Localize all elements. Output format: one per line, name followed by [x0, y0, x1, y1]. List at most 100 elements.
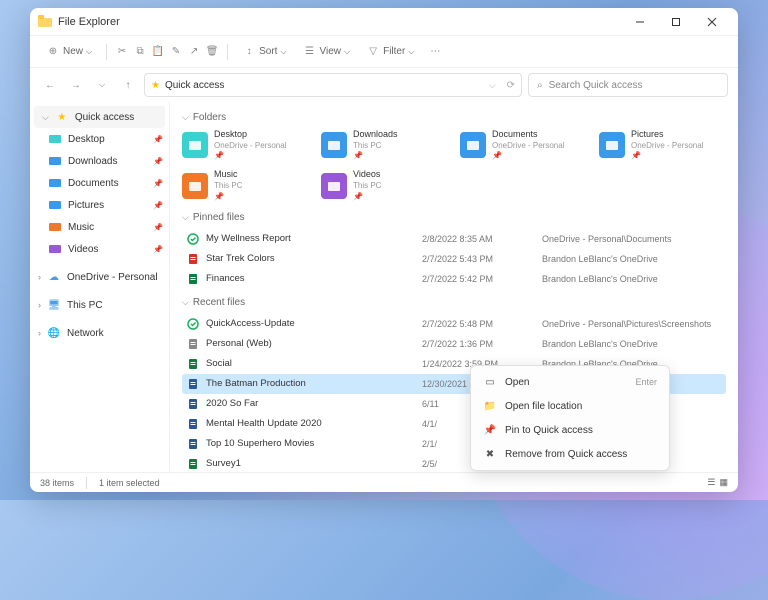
context-menu-item[interactable]: ✖Remove from Quick access	[475, 442, 665, 466]
file-row[interactable]: My Wellness Report2/8/2022 8:35 AMOneDri…	[182, 229, 726, 249]
folder-icon	[48, 176, 62, 190]
file-date: 2/7/2022 5:48 PM	[422, 319, 542, 329]
delete-button[interactable]: 🗑	[205, 45, 219, 59]
chevron-down-icon[interactable]: ⌵	[489, 80, 496, 91]
sidebar-item-music[interactable]: Music📌	[30, 216, 169, 238]
file-icon	[186, 457, 200, 471]
close-button[interactable]	[694, 8, 730, 36]
chevron-right-icon: ›	[38, 328, 41, 338]
file-icon	[186, 357, 200, 371]
filter-button[interactable]: ▽ Filter ⌵	[360, 41, 420, 63]
search-placeholder: Search Quick access	[549, 80, 643, 91]
file-icon	[186, 437, 200, 451]
chevron-down-icon: ⌵	[182, 297, 189, 308]
file-icon	[186, 272, 200, 286]
sidebar-group[interactable]: ›☁OneDrive - Personal	[30, 266, 169, 288]
folder-item[interactable]: PicturesOneDrive - Personal📌	[599, 129, 726, 161]
thumbnails-view-button[interactable]: ▦	[719, 477, 728, 488]
folders-header[interactable]: ⌵ Folders	[182, 112, 726, 123]
sidebar-item-documents[interactable]: Documents📌	[30, 172, 169, 194]
chevron-down-icon: ⌵	[42, 112, 49, 123]
copy-button[interactable]: ⧉	[133, 45, 147, 59]
new-button[interactable]: ⊕ New ⌵	[40, 41, 98, 63]
sidebar-item-pictures[interactable]: Pictures📌	[30, 194, 169, 216]
view-button[interactable]: ☰ View ⌵	[297, 41, 357, 63]
folder-item[interactable]: MusicThis PC📌	[182, 169, 309, 201]
file-location: Brandon LeBlanc's OneDrive	[542, 254, 722, 264]
refresh-icon[interactable]: ⟳	[507, 80, 515, 91]
sidebar-group[interactable]: ›🖥This PC	[30, 294, 169, 316]
pin-icon: 📌	[214, 192, 242, 202]
folder-item[interactable]: DocumentsOneDrive - Personal📌	[460, 129, 587, 161]
toolbar: ⊕ New ⌵ ✂ ⧉ 📋 ✎ ↗ 🗑 ↕ Sort ⌵ ☰ View ⌵ ▽ …	[30, 36, 738, 68]
shortcut: Enter	[635, 377, 657, 387]
context-menu-item[interactable]: 📁Open file location	[475, 394, 665, 418]
context-menu-item[interactable]: 📌Pin to Quick access	[475, 418, 665, 442]
recent-header[interactable]: ⌵ Recent files	[182, 297, 726, 308]
paste-button[interactable]: 📋	[151, 45, 165, 59]
path-text: Quick access	[165, 80, 224, 91]
sidebar-group[interactable]: ›🌐Network	[30, 322, 169, 344]
star-icon: ★	[55, 110, 69, 124]
file-name: QuickAccess-Update	[206, 318, 422, 329]
folder-item[interactable]: DownloadsThis PC📌	[321, 129, 448, 161]
pin-icon: 📌	[353, 151, 398, 161]
file-location: Brandon LeBlanc's OneDrive	[542, 274, 722, 284]
pinned-list: My Wellness Report2/8/2022 8:35 AMOneDri…	[182, 229, 726, 289]
sidebar-quick-access[interactable]: ⌵ ★ Quick access	[34, 106, 165, 128]
search-box[interactable]: ⌕ Search Quick access	[528, 73, 728, 97]
file-location: OneDrive - Personal\Pictures\Screenshots	[542, 319, 722, 329]
folder-item[interactable]: VideosThis PC📌	[321, 169, 448, 201]
file-row[interactable]: Finances2/7/2022 5:42 PMBrandon LeBlanc'…	[182, 269, 726, 289]
file-row[interactable]: QuickAccess-Update2/7/2022 5:48 PMOneDri…	[182, 314, 726, 334]
context-menu: ▭OpenEnter📁Open file location📌Pin to Qui…	[470, 365, 670, 471]
app-icon	[38, 15, 52, 29]
sidebar-item-downloads[interactable]: Downloads📌	[30, 150, 169, 172]
folder-icon	[182, 132, 208, 158]
pin-icon: 📌	[353, 192, 381, 202]
details-view-button[interactable]: ☰	[707, 477, 715, 488]
rename-button[interactable]: ✎	[169, 45, 183, 59]
titlebar: File Explorer	[30, 8, 738, 36]
sidebar-item-videos[interactable]: Videos📌	[30, 238, 169, 260]
forward-button[interactable]: →	[66, 75, 86, 95]
chevron-right-icon: ›	[38, 272, 41, 282]
file-name: Personal (Web)	[206, 338, 422, 349]
file-date: 2/7/2022 1:36 PM	[422, 339, 542, 349]
back-button[interactable]: ←	[40, 75, 60, 95]
sidebar: ⌵ ★ Quick access Desktop📌Downloads📌Docum…	[30, 102, 170, 472]
file-icon	[186, 232, 200, 246]
file-name: Survey1	[206, 458, 422, 469]
view-icon: ☰	[303, 45, 317, 59]
file-icon	[186, 337, 200, 351]
pin-icon: 📌	[492, 151, 564, 161]
pin-icon: 📌	[153, 179, 163, 188]
pin-icon: 📌	[153, 201, 163, 210]
sidebar-item-desktop[interactable]: Desktop📌	[30, 128, 169, 150]
pin-icon: 📌	[153, 135, 163, 144]
file-row[interactable]: Star Trek Colors2/7/2022 5:43 PMBrandon …	[182, 249, 726, 269]
pinned-header[interactable]: ⌵ Pinned files	[182, 212, 726, 223]
chevron-down-icon: ⌵	[182, 112, 189, 123]
path-box[interactable]: ★ Quick access ⌵ ⟳	[144, 73, 522, 97]
folders-grid: DesktopOneDrive - Personal📌 DownloadsThis…	[182, 129, 726, 202]
file-name: Mental Health Update 2020	[206, 418, 422, 429]
folder-icon	[48, 132, 62, 146]
file-row[interactable]: Personal (Web)2/7/2022 1:36 PMBrandon Le…	[182, 334, 726, 354]
chevron-right-icon: ›	[38, 300, 41, 310]
recent-button[interactable]: ⌵	[92, 75, 112, 95]
up-button[interactable]: ↑	[118, 75, 138, 95]
context-menu-item[interactable]: ▭OpenEnter	[475, 370, 665, 394]
maximize-button[interactable]	[658, 8, 694, 36]
minimize-button[interactable]	[622, 8, 658, 36]
file-icon	[186, 397, 200, 411]
window-title: File Explorer	[58, 16, 120, 28]
file-icon	[186, 417, 200, 431]
sort-button[interactable]: ↕ Sort ⌵	[236, 41, 292, 63]
cut-button[interactable]: ✂	[115, 45, 129, 59]
more-button[interactable]: ⋯	[424, 42, 446, 61]
folder-icon	[321, 132, 347, 158]
file-name: The Batman Production	[206, 378, 422, 389]
share-button[interactable]: ↗	[187, 45, 201, 59]
folder-item[interactable]: DesktopOneDrive - Personal📌	[182, 129, 309, 161]
